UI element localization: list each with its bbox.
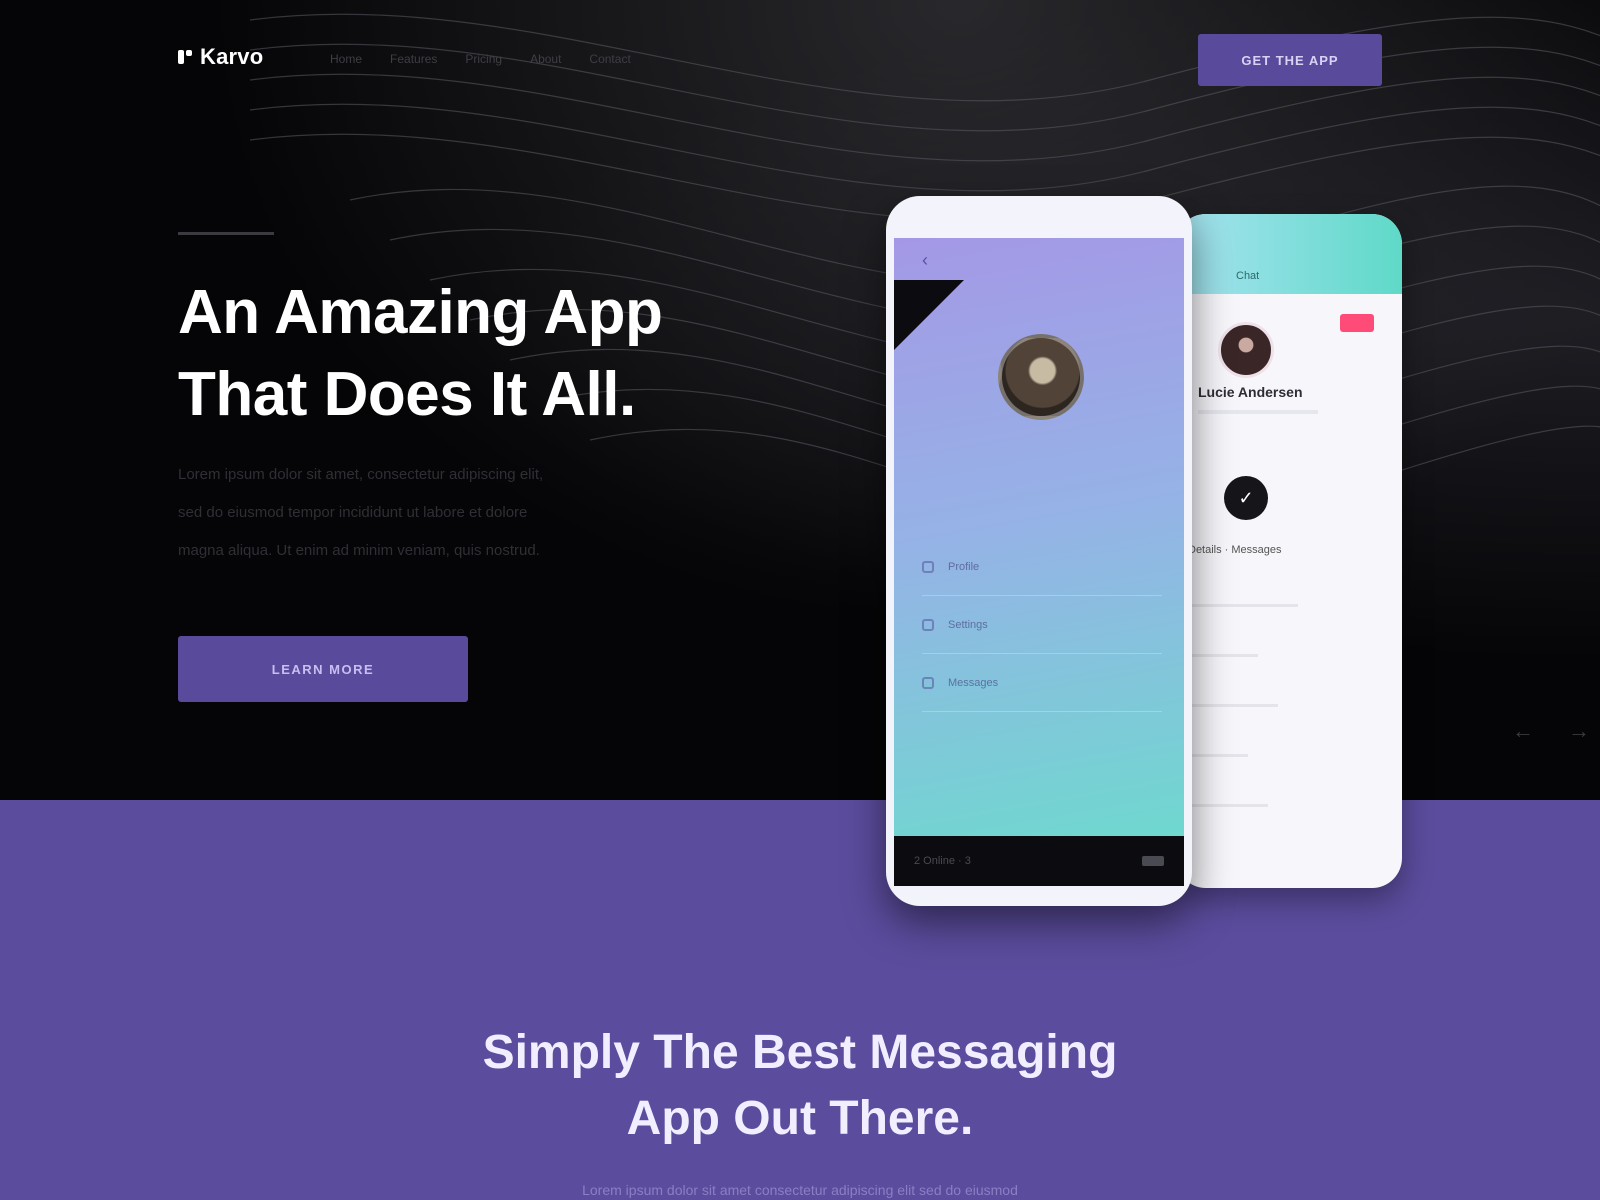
hero-description: Lorem ipsum dolor sit amet, consectetur … [178,456,668,570]
placeholder-line [1198,410,1318,414]
menu-item: Settings [922,596,1162,654]
avatar [998,334,1084,420]
check-icon: ✓ [1224,476,1268,520]
chevron-left-icon: ‹ [922,250,928,270]
nav-item-pricing[interactable]: Pricing [465,52,502,66]
status-text: 2 Online · 3 [914,855,971,867]
menu-item-label: Messages [948,676,999,689]
logo-icon [178,50,192,64]
phone-mockup-back: Chat Lucie Andersen ✓ Details · Messages [1176,214,1402,888]
profile-menu: Profile Settings Messages [922,538,1162,712]
contact-info: Details · Messages [1188,544,1282,556]
brand-name: Karvo [200,44,264,69]
learn-more-button[interactable]: Learn More [178,636,468,702]
slider-arrows: ← → [1512,718,1590,744]
hero-title-line-2: That Does It All. [178,360,636,429]
nav-item-about[interactable]: About [530,52,561,66]
battery-icon [1142,856,1164,866]
phone-screen: ‹ Profile Settings Messages [894,238,1184,836]
play-triangle-icon [894,280,964,350]
main-nav: Home Features Pricing About Contact [330,52,631,66]
user-icon [922,560,934,573]
nav-item-home[interactable]: Home [330,52,362,66]
hero-title: An Amazing App That Does It All. [178,272,738,436]
arrow-left-icon[interactable]: ← [1512,718,1534,744]
contact-name: Lucie Andersen [1198,384,1303,400]
placeholder-line [1188,604,1298,607]
chat-header-label: Chat [1236,270,1260,282]
menu-item-label: Settings [948,618,988,631]
hero-title-line-1: An Amazing App [178,278,663,347]
gear-icon [922,618,934,631]
message-icon [922,676,934,689]
section-title-line-2: App Out There. [626,1092,974,1145]
hero-description-line: magna aliqua. Ut enim ad minim veniam, q… [178,542,540,559]
nav-item-contact[interactable]: Contact [589,52,630,66]
hero-description-line: sed do eiusmod tempor incididunt ut labo… [178,504,528,521]
notification-badge [1340,314,1374,332]
avatar [1218,322,1274,378]
brand-logo[interactable]: Karvo [178,44,263,70]
phone-mockup-front: ‹ Profile Settings Messages 2 Online · 3 [886,196,1192,906]
placeholder-line [1188,754,1248,757]
menu-item: Profile [922,538,1162,596]
placeholder-line [1188,654,1258,657]
chat-header: Chat [1176,214,1402,294]
accent-divider [178,232,274,235]
get-app-button[interactable]: Get the App [1198,34,1382,86]
hero-description-line: Lorem ipsum dolor sit amet, consectetur … [178,466,544,483]
arrow-right-icon[interactable]: → [1568,718,1590,744]
section-title: Simply The Best Messaging App Out There. [0,1020,1600,1152]
placeholder-line [1188,804,1268,807]
section-subtitle: Lorem ipsum dolor sit amet consectetur a… [582,1182,1018,1198]
phone-bottom-bar: 2 Online · 3 [894,836,1184,886]
nav-item-features[interactable]: Features [390,52,437,66]
menu-item-label: Profile [948,560,980,573]
section-title-line-1: Simply The Best Messaging [482,1026,1118,1079]
placeholder-line [1188,704,1278,707]
menu-item: Messages [922,654,1162,712]
